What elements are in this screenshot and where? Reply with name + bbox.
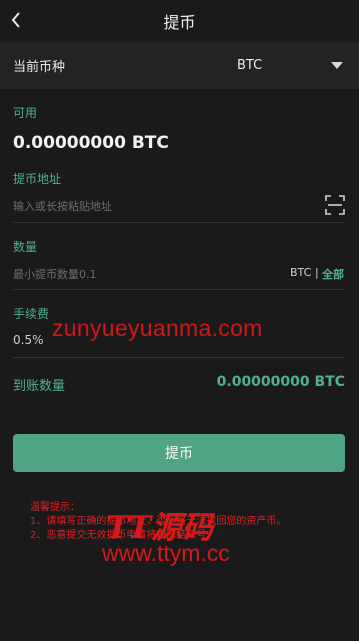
available-amount: 0.00000000 BTC [13,133,169,153]
submit-button[interactable]: 提币 [13,434,345,472]
address-input[interactable]: 输入或长按粘贴地址 [13,198,112,214]
chevron-left-icon [11,12,20,28]
page-title: 提币 [163,13,196,32]
arrival-label: 到账数量 [13,379,66,394]
coin-selector-label: 当前币种 [13,60,66,75]
scan-icon[interactable] [325,195,345,215]
divider [13,357,345,358]
header: 提币 [0,0,359,42]
arrival-value: 0.00000000 BTC [216,374,345,390]
coin-selector[interactable]: 当前币种 BTC [0,42,359,89]
fee-value: 0.5% [13,333,44,347]
quantity-unit: BTC [290,266,312,279]
back-button[interactable] [10,8,30,32]
watermark-domain: zunyueyuanma.com [52,315,263,341]
fee-label: 手续费 [13,307,50,321]
quantity-input[interactable]: 最小提币数量0.1 [13,266,97,282]
available-label: 可用 [13,106,38,120]
quantity-separator: | [315,266,319,279]
quantity-label: 数量 [13,240,38,254]
coin-selector-value: BTC [237,58,263,73]
caret-down-icon[interactable] [331,62,343,69]
address-label: 提币地址 [13,172,62,186]
watermark-site: www.ttym.cc [102,540,230,566]
divider [13,222,345,223]
all-button[interactable]: 全部 [322,266,344,282]
divider [13,289,345,290]
